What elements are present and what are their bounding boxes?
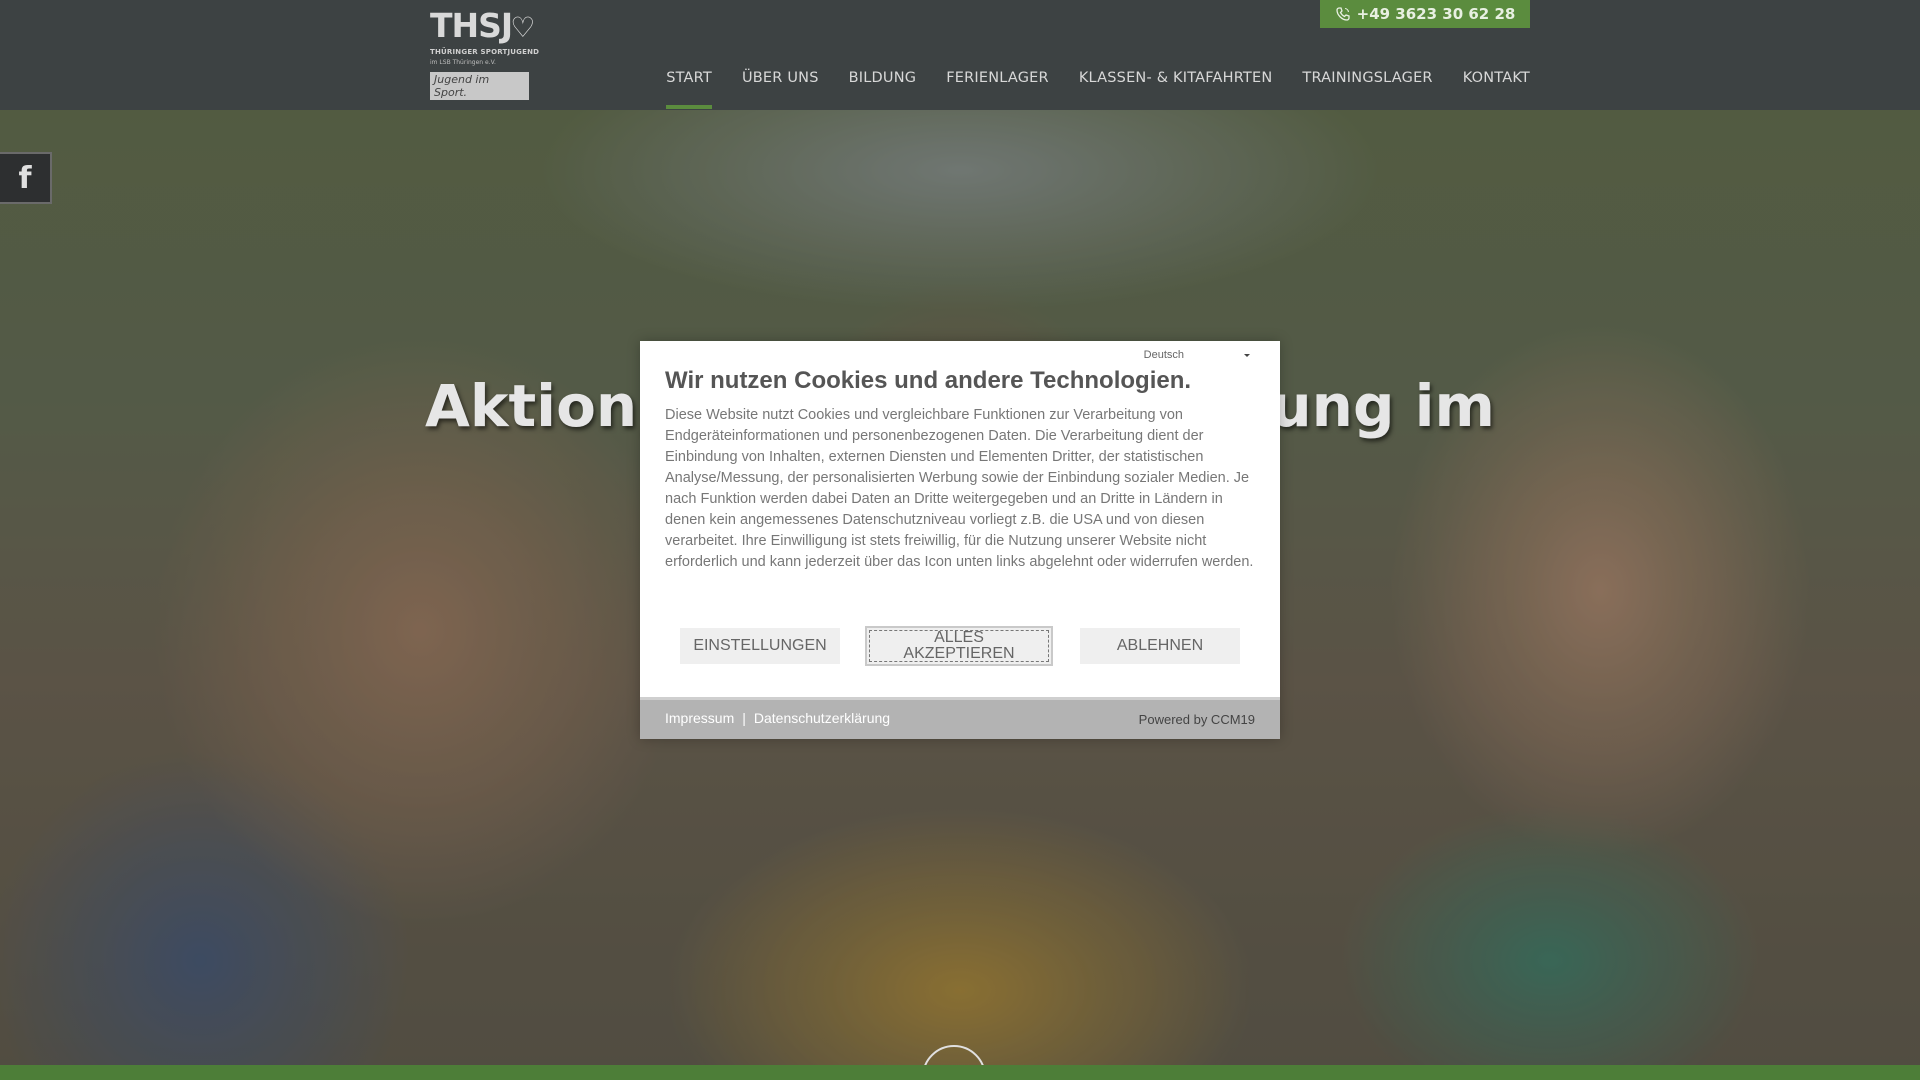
- accept-all-label-1: ALLES: [934, 629, 984, 646]
- settings-button[interactable]: EINSTELLUNGEN: [680, 628, 840, 664]
- accept-all-button[interactable]: ALLES AKZEPTIEREN: [865, 626, 1053, 666]
- phone-number: +49 3623 30 62 28: [1356, 5, 1516, 23]
- privacy-link[interactable]: Datenschutzerklärung: [754, 710, 890, 726]
- caret-down-icon: [1244, 353, 1250, 357]
- cookie-text: Diese Website nutzt Cookies und vergleic…: [665, 407, 1254, 570]
- facebook-button[interactable]: f: [0, 152, 52, 204]
- link-separator: |: [742, 710, 746, 726]
- logo-tagline: Jugend im Sport.: [430, 72, 529, 100]
- heart-icon: ♡: [510, 11, 535, 44]
- decline-button[interactable]: ABLEHNEN: [1080, 628, 1240, 664]
- bottom-bar: [0, 1065, 1920, 1080]
- main-nav: START ÜBER UNS BILDUNG FERIENLAGER KLASS…: [666, 70, 1530, 110]
- impressum-link[interactable]: Impressum: [665, 710, 734, 726]
- logo-org: im LSB Thüringen e.V.: [430, 59, 496, 66]
- cookie-title: Wir nutzen Cookies und andere Technologi…: [665, 367, 1192, 394]
- phone-button[interactable]: +49 3623 30 62 28: [1320, 0, 1530, 28]
- nav-klassenfahrten[interactable]: KLASSEN- & KITAFAHRTEN: [1079, 70, 1273, 110]
- site-logo[interactable]: THSJ♡ THÜRINGER SPORTJUGEND im LSB Thüri…: [430, 6, 540, 100]
- facebook-icon: f: [18, 160, 32, 196]
- powered-by[interactable]: Powered by CCM19: [1139, 712, 1255, 727]
- language-value: Deutsch: [1143, 349, 1184, 361]
- logo-subtitle: THÜRINGER SPORTJUGEND: [430, 48, 540, 56]
- footer-links: Impressum | Datenschutzerklärung: [665, 710, 890, 726]
- logo-name: THSJ: [430, 6, 513, 45]
- nav-kontakt[interactable]: KONTAKT: [1463, 70, 1530, 110]
- nav-ferienlager[interactable]: FERIENLAGER: [946, 70, 1049, 110]
- nav-trainingslager[interactable]: TRAININGSLAGER: [1302, 70, 1432, 110]
- nav-ueber-uns[interactable]: ÜBER UNS: [742, 70, 819, 110]
- site-header: THSJ♡ THÜRINGER SPORTJUGEND im LSB Thüri…: [0, 0, 1920, 110]
- hero-title-left: Aktion,: [425, 372, 660, 440]
- cookie-footer: Impressum | Datenschutzerklärung Powered…: [640, 697, 1280, 739]
- phone-icon: [1335, 7, 1350, 21]
- accept-all-label-2: AKZEPTIEREN: [903, 645, 1015, 662]
- nav-bildung[interactable]: BILDUNG: [849, 70, 917, 110]
- cookie-consent-dialog: Deutsch Wir nutzen Cookies und andere Te…: [640, 341, 1280, 739]
- scroll-down-button[interactable]: [922, 1045, 986, 1065]
- language-select[interactable]: Deutsch: [1144, 349, 1250, 361]
- chevron-down-icon: [924, 1047, 984, 1065]
- nav-start[interactable]: START: [666, 70, 712, 110]
